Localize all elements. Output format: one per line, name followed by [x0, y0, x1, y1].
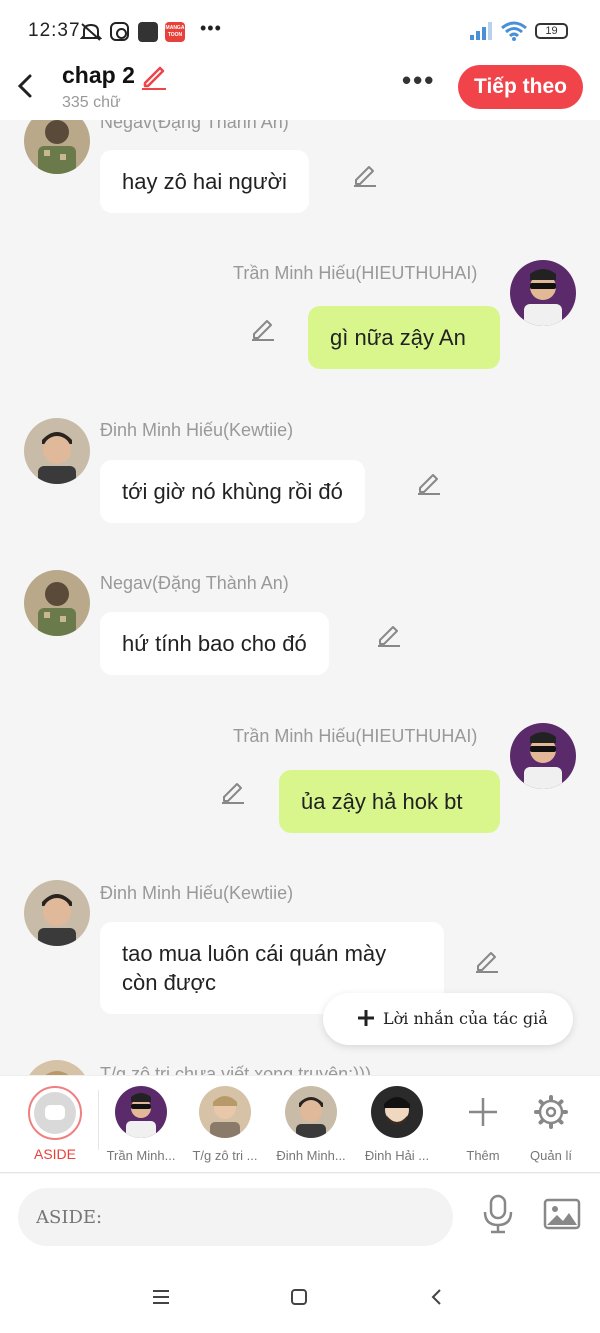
- chapter-title: chap 2: [62, 62, 135, 88]
- author-note-button[interactable]: Lời nhắn của tác giả: [323, 993, 573, 1045]
- home-icon[interactable]: [288, 1286, 310, 1308]
- more-dots-icon: •••: [200, 18, 222, 38]
- status-bar: 12:37 MANGA TOON ••• 19: [0, 0, 600, 62]
- message-bubble[interactable]: hay zô hai người: [100, 150, 309, 213]
- image-icon[interactable]: [543, 1198, 581, 1230]
- back-nav-icon[interactable]: [426, 1286, 448, 1308]
- character-item[interactable]: Trần Minh...: [96, 1086, 186, 1163]
- mangatoon-icon: MANGA TOON: [165, 22, 185, 42]
- wifi-icon: [501, 21, 527, 41]
- avatar[interactable]: [24, 120, 90, 174]
- speaker-name: Negav(Đặng Thành An): [100, 120, 289, 132]
- system-nav-bar: [0, 1264, 600, 1333]
- plus-icon: [358, 1010, 374, 1026]
- speaker-name: Negav(Đặng Thành An): [100, 573, 289, 593]
- edit-message-icon[interactable]: [220, 779, 246, 805]
- edit-message-icon[interactable]: [376, 622, 402, 648]
- word-count: 335 chữ: [62, 94, 121, 111]
- aside-avatar: [28, 1086, 82, 1140]
- message-line: tao mua luôn cái quán mày: [122, 941, 387, 966]
- avatar[interactable]: [510, 723, 576, 789]
- editor-header: chap 2 335 chữ ••• Tiếp theo: [0, 62, 600, 120]
- speaker-name: Đinh Minh Hiếu(Kewtiie): [100, 420, 294, 440]
- input-bar: [0, 1174, 600, 1264]
- manage-label: Quản lí: [530, 1148, 572, 1163]
- character-label: T/g zô tri ...: [192, 1148, 258, 1163]
- character-avatar: [285, 1086, 337, 1138]
- avatar[interactable]: [510, 260, 576, 326]
- message-input[interactable]: [18, 1188, 453, 1246]
- mute-notification-icon: [80, 23, 102, 41]
- chat-area[interactable]: Negav(Đặng Thành An) hay zô hai người Tr…: [0, 120, 600, 1075]
- message-bubble[interactable]: ủa zậy hả hok bt: [279, 770, 500, 833]
- avatar[interactable]: [24, 1060, 90, 1075]
- character-item[interactable]: Đinh Hải ...: [352, 1086, 442, 1163]
- microphone-icon[interactable]: [481, 1194, 515, 1234]
- avatar[interactable]: [24, 570, 90, 636]
- gear-icon: [534, 1095, 568, 1129]
- more-options-button[interactable]: •••: [402, 67, 435, 93]
- message-bubble[interactable]: hứ tính bao cho đó: [100, 612, 329, 675]
- next-button[interactable]: Tiếp theo: [458, 65, 583, 109]
- speaker-name: Đinh Minh Hiếu(Kewtiie): [100, 883, 294, 903]
- status-time: 12:37: [28, 20, 81, 41]
- character-item[interactable]: Đinh Minh...: [266, 1086, 356, 1163]
- speaker-name: T/g zô tri chưa viết xong truyện:))): [100, 1064, 372, 1075]
- battery-icon: 19: [535, 23, 568, 39]
- signal-icon: [470, 22, 492, 40]
- message-bubble[interactable]: tới giờ nó khùng rồi đó: [100, 460, 365, 523]
- avatar[interactable]: [24, 880, 90, 946]
- edit-message-icon[interactable]: [474, 948, 500, 974]
- edit-title-icon[interactable]: [140, 62, 168, 90]
- speaker-name: Trần Minh Hiếu(HIEUTHUHAI): [233, 263, 478, 283]
- character-aside[interactable]: ASIDE: [10, 1086, 100, 1162]
- plus-icon: [469, 1098, 497, 1126]
- character-item[interactable]: T/g zô tri ...: [180, 1086, 270, 1163]
- edit-message-icon[interactable]: [416, 470, 442, 496]
- edit-message-icon[interactable]: [250, 316, 276, 342]
- character-label: Đinh Minh...: [276, 1148, 346, 1163]
- character-avatar: [371, 1086, 423, 1138]
- character-label: Trần Minh...: [106, 1148, 176, 1163]
- message-bubble[interactable]: gì nữa zậy An: [308, 306, 500, 369]
- edit-message-icon[interactable]: [352, 162, 378, 188]
- instagram-icon: [110, 22, 129, 41]
- character-bar: ASIDE Trần Minh... T/g zô tri ... Đinh M…: [0, 1075, 600, 1173]
- character-avatar: [199, 1086, 251, 1138]
- chat-bubble-icon: [34, 1092, 76, 1134]
- character-label: Đinh Hải ...: [364, 1148, 430, 1163]
- avatar[interactable]: [24, 418, 90, 484]
- character-avatar: [115, 1086, 167, 1138]
- manage-characters-button[interactable]: Quản lí: [506, 1086, 596, 1163]
- app-icon: [138, 22, 158, 42]
- menu-icon[interactable]: [150, 1286, 172, 1308]
- speaker-name: Trần Minh Hiếu(HIEUTHUHAI): [233, 726, 478, 746]
- character-label: ASIDE: [33, 1146, 76, 1162]
- back-icon[interactable]: [14, 72, 38, 100]
- author-note-label: Lời nhắn của tác giả: [383, 1009, 548, 1028]
